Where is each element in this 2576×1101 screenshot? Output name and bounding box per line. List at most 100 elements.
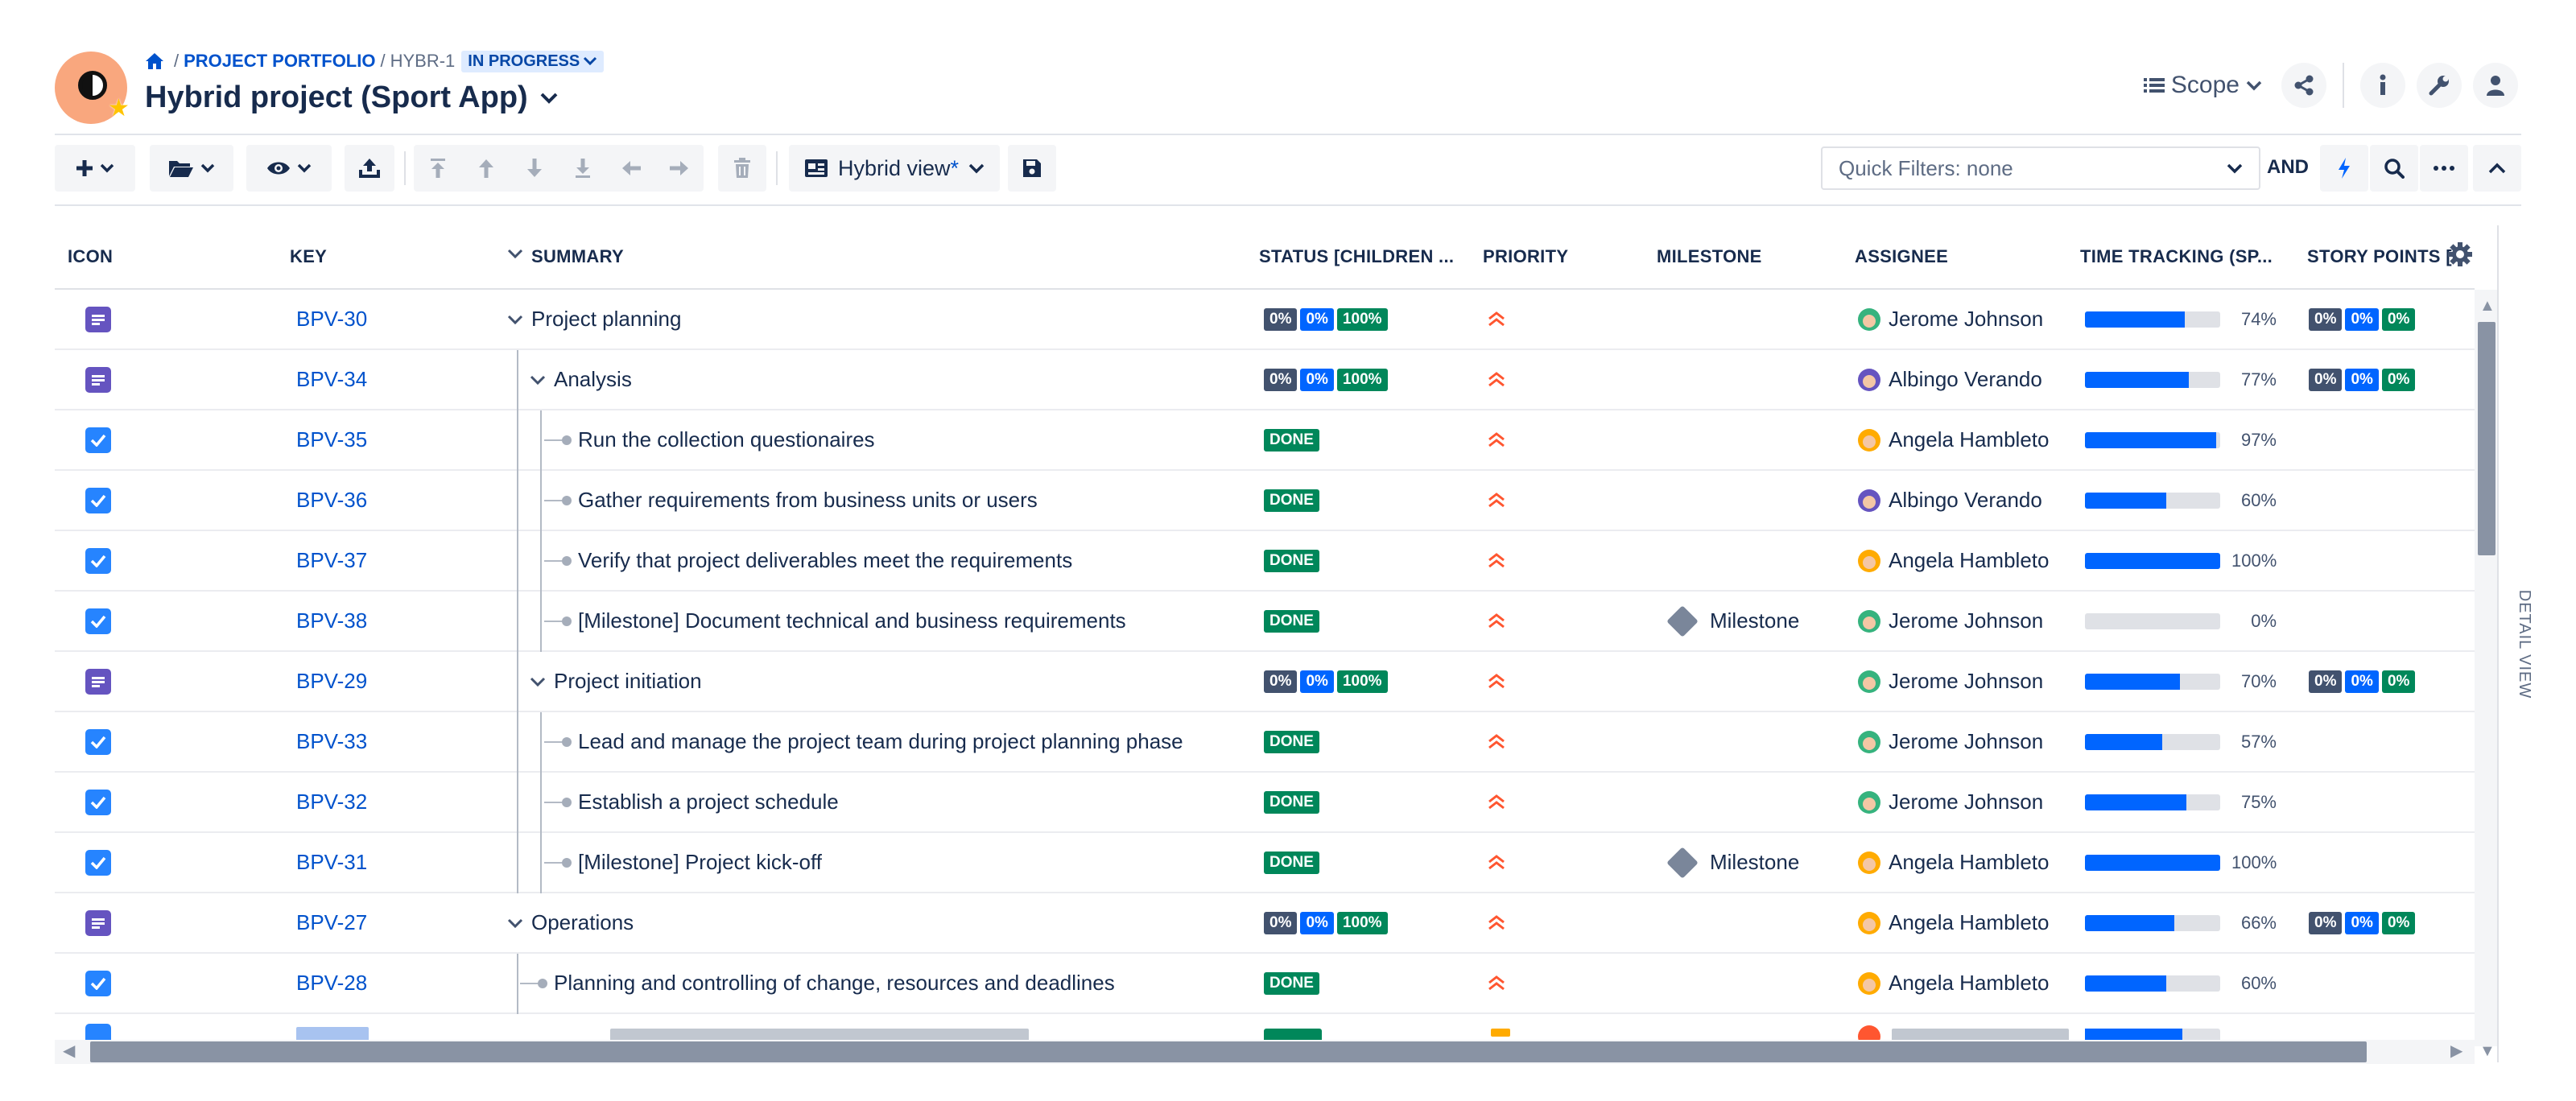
assignee-cell[interactable]: Jerome Johnson	[1858, 592, 2043, 650]
issue-summary[interactable]: Planning and controlling of change, reso…	[554, 954, 1115, 1012]
issue-summary[interactable]: Lead and manage the project team during …	[578, 712, 1183, 771]
move-top-icon[interactable]	[414, 145, 462, 192]
assignee-cell[interactable]: Angela Hambleto	[1858, 410, 2049, 469]
issue-key-link[interactable]: BPV-34	[296, 350, 367, 409]
status-cell[interactable]: 0% 0% 100%	[1264, 290, 1388, 348]
column-assignee[interactable]: ASSIGNEE	[1855, 246, 1948, 267]
table-row[interactable]: BPV-37 Verify that project deliverables m…	[55, 531, 2475, 592]
issue-summary[interactable]: Project initiation	[554, 652, 702, 711]
assignee-cell[interactable]: Angela Hambleto	[1858, 531, 2049, 590]
info-button[interactable]	[2360, 63, 2405, 108]
home-icon[interactable]	[145, 52, 164, 70]
filter-and-label[interactable]: AND	[2267, 156, 2309, 179]
issue-key-link[interactable]: BPV-33	[296, 712, 367, 771]
table-row[interactable]: BPV-35 Run the collection questionaires DO…	[55, 410, 2475, 471]
expand-chevron-icon[interactable]	[530, 676, 546, 687]
visibility-button[interactable]	[246, 145, 332, 192]
expand-chevron-icon[interactable]	[507, 314, 523, 325]
status-cell[interactable]: DONE	[1264, 773, 1319, 831]
issue-summary[interactable]: Project planning	[531, 290, 681, 348]
search-button[interactable]	[2370, 145, 2418, 192]
column-priority[interactable]: PRIORITY	[1483, 246, 1568, 267]
status-dropdown[interactable]: IN PROGRESS	[461, 50, 605, 72]
issue-key-link[interactable]: BPV-37	[296, 531, 367, 590]
indent-right-icon[interactable]	[655, 145, 704, 192]
table-row[interactable]: BPV-33 Lead and manage the project team d…	[55, 712, 2475, 773]
issue-summary[interactable]: Analysis	[554, 350, 632, 409]
outdent-left-icon[interactable]	[607, 145, 655, 192]
issue-key-link[interactable]: BPV-36	[296, 471, 367, 530]
column-story-points[interactable]: STORY POINTS [	[2307, 246, 2452, 267]
status-cell[interactable]: DONE	[1264, 410, 1319, 469]
open-folder-button[interactable]	[150, 145, 233, 192]
status-cell[interactable]: DONE	[1264, 833, 1319, 892]
table-row[interactable]: BPV-28 Planning and controlling of change…	[55, 954, 2475, 1014]
expand-chevron-icon[interactable]	[530, 374, 546, 386]
scroll-left-arrow-icon[interactable]: ◀	[63, 1043, 75, 1059]
move-bottom-icon[interactable]	[559, 145, 607, 192]
column-key[interactable]: KEY	[290, 246, 327, 267]
status-cell[interactable]: DONE	[1264, 712, 1319, 771]
collapse-header-button[interactable]	[2473, 145, 2521, 192]
horizontal-scroll-thumb[interactable]	[90, 1041, 2367, 1062]
status-cell[interactable]: 0% 0% 100%	[1264, 350, 1388, 409]
issue-summary[interactable]: Establish a project schedule	[578, 773, 839, 831]
table-row[interactable]: BPV-34 Analysis 0% 0% 100% Albingo Verando 77%…	[55, 350, 2475, 410]
scroll-up-arrow-icon[interactable]: ▲	[2479, 298, 2496, 314]
assignee-cell[interactable]: Angela Hambleto	[1858, 893, 2049, 952]
add-button[interactable]	[55, 145, 135, 192]
issue-key-link[interactable]: BPV-29	[296, 652, 367, 711]
table-row[interactable]: BPV-31 [Milestone] Project kick-off DONE Mi…	[55, 833, 2475, 893]
issue-summary[interactable]: Verify that project deliverables meet th…	[578, 531, 1072, 590]
move-up-icon[interactable]	[462, 145, 510, 192]
breadcrumb-portfolio-link[interactable]: PROJECT PORTFOLIO	[184, 51, 375, 72]
vertical-scroll-thumb[interactable]	[2478, 322, 2496, 555]
issue-key-link[interactable]: BPV-35	[296, 410, 367, 469]
assignee-cell[interactable]: Albingo Verando	[1858, 350, 2042, 409]
issue-summary[interactable]: Operations	[531, 893, 634, 952]
more-button[interactable]	[2420, 145, 2468, 192]
issue-key-link[interactable]: BPV-27	[296, 893, 367, 952]
issue-key-link[interactable]: BPV-28	[296, 954, 367, 1012]
column-status[interactable]: STATUS [CHILDREN ...	[1259, 246, 1454, 267]
lightning-button[interactable]	[2320, 145, 2368, 192]
story-points-cell[interactable]: 0% 0% 0%	[2309, 652, 2416, 711]
assignee-cell[interactable]: Jerome Johnson	[1858, 652, 2043, 711]
issue-summary[interactable]: [Milestone] Project kick-off	[578, 833, 822, 892]
story-points-cell[interactable]: 0% 0% 0%	[2309, 893, 2416, 952]
status-cell[interactable]: DONE	[1264, 471, 1319, 530]
quick-filters-select[interactable]: Quick Filters: none	[1821, 146, 2260, 190]
expand-chevron-icon[interactable]	[507, 918, 523, 929]
assignee-cell[interactable]: Angela Hambleto	[1858, 833, 2049, 892]
milestone-cell[interactable]: Milestone	[1665, 833, 1799, 892]
issue-key-link[interactable]: BPV-32	[296, 773, 367, 831]
delete-button[interactable]	[718, 145, 766, 192]
column-milestone[interactable]: MILESTONE	[1657, 246, 1762, 267]
breadcrumb-issue-key[interactable]: HYBR-1	[390, 51, 456, 72]
save-view-button[interactable]	[1008, 145, 1056, 192]
favorite-star-icon[interactable]: ★	[108, 97, 130, 121]
export-button[interactable]	[345, 145, 394, 192]
settings-button[interactable]	[2417, 63, 2462, 108]
milestone-cell[interactable]: Milestone	[1665, 592, 1799, 650]
issue-key-link[interactable]: BPV-31	[296, 833, 367, 892]
table-row[interactable]: BPV-32 Establish a project schedule DONE Je…	[55, 773, 2475, 833]
table-row[interactable]: BPV-29 Project initiation 0% 0% 100% Jerome J…	[55, 652, 2475, 712]
column-summary[interactable]: SUMMARY	[531, 246, 624, 267]
chevron-down-icon[interactable]	[539, 92, 559, 105]
table-row[interactable]: BPV-38 [Milestone] Document technical and…	[55, 592, 2475, 652]
column-icon[interactable]: ICON	[68, 246, 113, 267]
issue-summary[interactable]: Run the collection questionaires	[578, 410, 875, 469]
issue-summary[interactable]: Gather requirements from business units …	[578, 471, 1038, 530]
assignee-cell[interactable]: Angela Hambleto	[1858, 954, 2049, 1012]
detail-view-toggle[interactable]: DETAIL VIEW	[2502, 588, 2547, 700]
scroll-right-arrow-icon[interactable]: ▶	[2450, 1043, 2462, 1059]
status-cell[interactable]: DONE	[1264, 592, 1319, 650]
status-cell[interactable]: DONE	[1264, 531, 1319, 590]
user-button[interactable]	[2473, 63, 2518, 108]
move-down-icon[interactable]	[510, 145, 559, 192]
issue-key-link[interactable]: BPV-38	[296, 592, 367, 650]
gear-icon[interactable]	[2447, 241, 2473, 267]
status-cell[interactable]: 0% 0% 100%	[1264, 893, 1388, 952]
collapse-all-chevron-icon[interactable]	[507, 248, 523, 259]
